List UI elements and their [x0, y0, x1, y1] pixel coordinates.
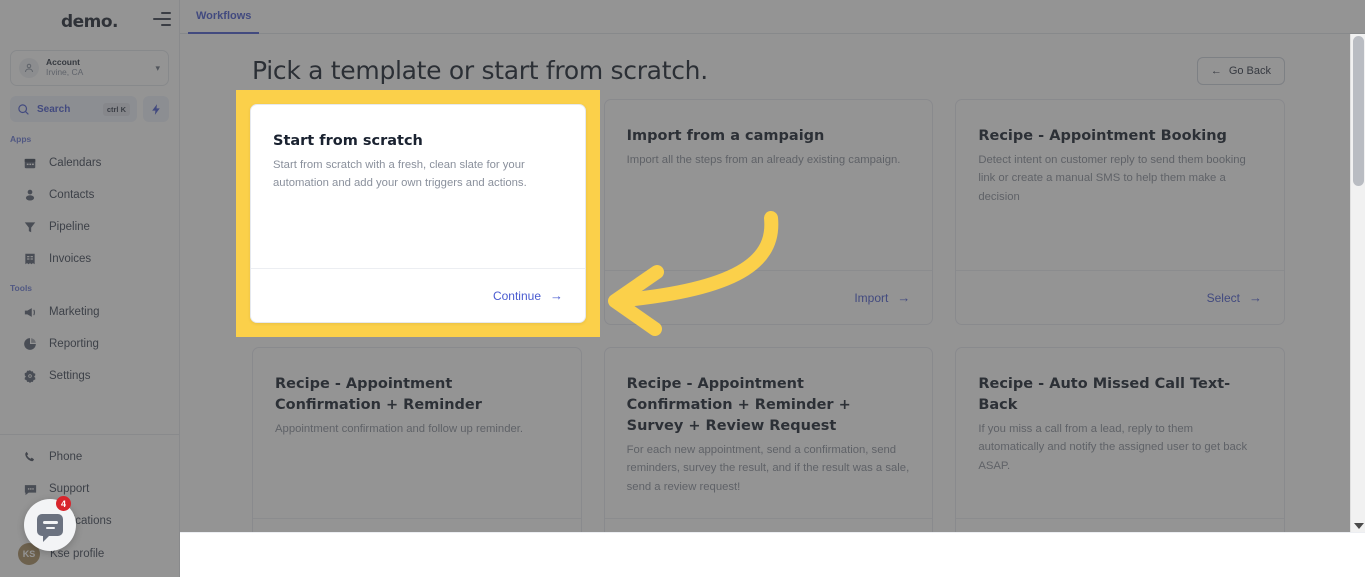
card-body: Import from a campaign Import all the st… — [605, 100, 933, 270]
card-footer: Import → — [604, 270, 933, 324]
card-description: If you miss a call from a lead, reply to… — [978, 423, 1248, 472]
search-shortcut: ctrl K — [102, 102, 130, 116]
sidebar-bottom-nav: Phone Support Notifications KS Kse profi… — [0, 441, 179, 577]
card-body: Recipe - Appointment Booking Detect inte… — [956, 100, 1284, 270]
search-icon — [18, 103, 29, 115]
card-footer: Continue → — [251, 268, 585, 322]
template-card-import-from-a-campaign[interactable]: Import from a campaign Import all the st… — [603, 99, 934, 325]
sidebar-item-profile[interactable]: KS Kse profile — [0, 537, 179, 571]
card-action-continue[interactable]: Continue → — [493, 289, 563, 303]
account-text: Account Irvine, CA — [46, 57, 148, 78]
card-description: Import all the steps from an already exi… — [626, 154, 901, 167]
card-body: Recipe - Appointment Confirmation + Remi… — [253, 348, 581, 518]
card-title: Recipe - Auto Missed Call Text-Back — [978, 376, 1231, 414]
template-card-start-from-scratch[interactable]: Start from scratch Start from scratch wi… — [250, 104, 586, 323]
brand-logo: demo. — [60, 12, 119, 32]
tab-label: Workflows — [196, 10, 252, 22]
pie-chart-icon — [22, 336, 38, 352]
sidebar-item-contacts[interactable]: Contacts — [0, 179, 179, 211]
lightning-bolt-icon — [151, 103, 160, 115]
sidebar-item-label: Phone — [49, 451, 83, 463]
template-card-appointment-booking[interactable]: Recipe - Appointment Booking Detect inte… — [955, 99, 1285, 325]
chevron-down-icon[interactable] — [1354, 523, 1364, 529]
card-action-label: Continue — [492, 288, 541, 303]
chat-widget-badge: 4 — [56, 496, 71, 511]
sidebar-item-label: Reporting — [49, 338, 99, 350]
card-description: For each new appointment, send a confirm… — [626, 444, 910, 493]
sidebar-item-label: Calendars — [49, 157, 102, 169]
phone-icon — [22, 449, 38, 465]
profile-name: Kse profile — [50, 548, 105, 560]
sidebar-item-support[interactable]: Support — [0, 473, 179, 505]
funnel-icon — [22, 219, 38, 235]
sidebar-divider — [0, 434, 179, 435]
invoice-icon — [22, 251, 38, 267]
megaphone-icon — [22, 304, 38, 320]
card-title: Recipe - Appointment Booking — [978, 128, 1227, 144]
account-selector[interactable]: Account Irvine, CA ▾ — [10, 50, 169, 86]
sidebar-item-settings[interactable]: Settings — [0, 360, 179, 392]
sidebar-item-label: Contacts — [49, 189, 95, 201]
go-back-button[interactable]: ← Go Back — [1196, 56, 1285, 85]
sidebar-item-reporting[interactable]: Reporting — [0, 328, 179, 360]
card-title: Recipe - Appointment Confirmation + Remi… — [626, 376, 851, 435]
nav-section-tools-label: Tools — [10, 283, 33, 293]
contact-icon — [22, 187, 38, 203]
arrow-right-icon: → — [550, 288, 563, 303]
go-back-label: Go Back — [1228, 64, 1271, 77]
quick-action-button[interactable] — [143, 96, 169, 122]
search-label: Search — [37, 103, 71, 115]
sidebar-item-label: Pipeline — [49, 221, 90, 233]
calendar-icon — [22, 155, 38, 171]
page-scrollbar[interactable] — [1350, 34, 1365, 532]
sidebar-item-pipeline[interactable]: Pipeline — [0, 211, 179, 243]
card-description: Detect intent on customer reply to send … — [978, 154, 1246, 203]
card-body: Start from scratch Start from scratch wi… — [251, 105, 585, 268]
card-title: Start from scratch — [273, 133, 423, 149]
sidebar-item-marketing[interactable]: Marketing — [0, 296, 179, 328]
nav-section-apps-label: Apps — [10, 134, 32, 144]
card-description: Appointment confirmation and follow up r… — [275, 423, 524, 436]
arrow-right-icon: → — [1248, 290, 1262, 305]
scrollbar-thumb[interactable] — [1353, 36, 1364, 186]
highlight-frame: Start from scratch Start from scratch wi… — [236, 90, 600, 337]
card-title: Recipe - Appointment Confirmation + Remi… — [275, 376, 482, 414]
chevron-down-icon: ▾ — [155, 62, 160, 73]
chat-support-icon — [22, 481, 38, 497]
chat-bubble-icon — [37, 514, 63, 542]
topbar: Workflows — [180, 0, 1365, 34]
gear-icon — [22, 368, 38, 384]
account-location: Irvine, CA — [46, 67, 84, 77]
sidebar-item-calendars[interactable]: Calendars — [0, 147, 179, 179]
sidebar-item-label: Settings — [49, 370, 91, 382]
sidebar-item-label: Support — [49, 483, 90, 495]
card-action-label: Import — [854, 290, 889, 305]
tab-workflows[interactable]: Workflows — [188, 0, 260, 34]
card-action-select[interactable]: Select → — [1207, 291, 1262, 305]
card-action-label: Select — [1206, 290, 1240, 305]
arrow-right-icon: → — [897, 290, 911, 305]
search-input[interactable]: Search ctrl K — [10, 96, 137, 122]
footer-strip — [180, 532, 1365, 577]
card-action-import[interactable]: Import → — [854, 291, 910, 305]
search-row: Search ctrl K — [0, 86, 179, 126]
card-footer: Select → — [956, 270, 1284, 324]
sidebar-item-label: Marketing — [49, 306, 100, 318]
card-description: Start from scratch with a fresh, clean s… — [273, 159, 527, 190]
card-body: Recipe - Appointment Confirmation + Remi… — [605, 348, 933, 518]
brand-row: demo. — [0, 0, 179, 44]
user-circle-icon — [19, 58, 39, 78]
card-title: Import from a campaign — [626, 128, 825, 144]
collapse-menu-icon[interactable] — [153, 12, 171, 26]
arrow-left-icon: ← — [1210, 64, 1222, 77]
sidebar-item-phone[interactable]: Phone — [0, 441, 179, 473]
app-root: demo. Account Irvine, CA ▾ Search ctrl K… — [0, 0, 1365, 577]
sidebar-item-invoices[interactable]: Invoices — [0, 243, 179, 275]
sidebar-item-label: Invoices — [49, 253, 92, 265]
card-body: Recipe - Auto Missed Call Text-Back If y… — [956, 348, 1284, 518]
sidebar: demo. Account Irvine, CA ▾ Search ctrl K… — [0, 0, 180, 577]
page-title: Pick a template or start from scratch. — [252, 56, 708, 85]
